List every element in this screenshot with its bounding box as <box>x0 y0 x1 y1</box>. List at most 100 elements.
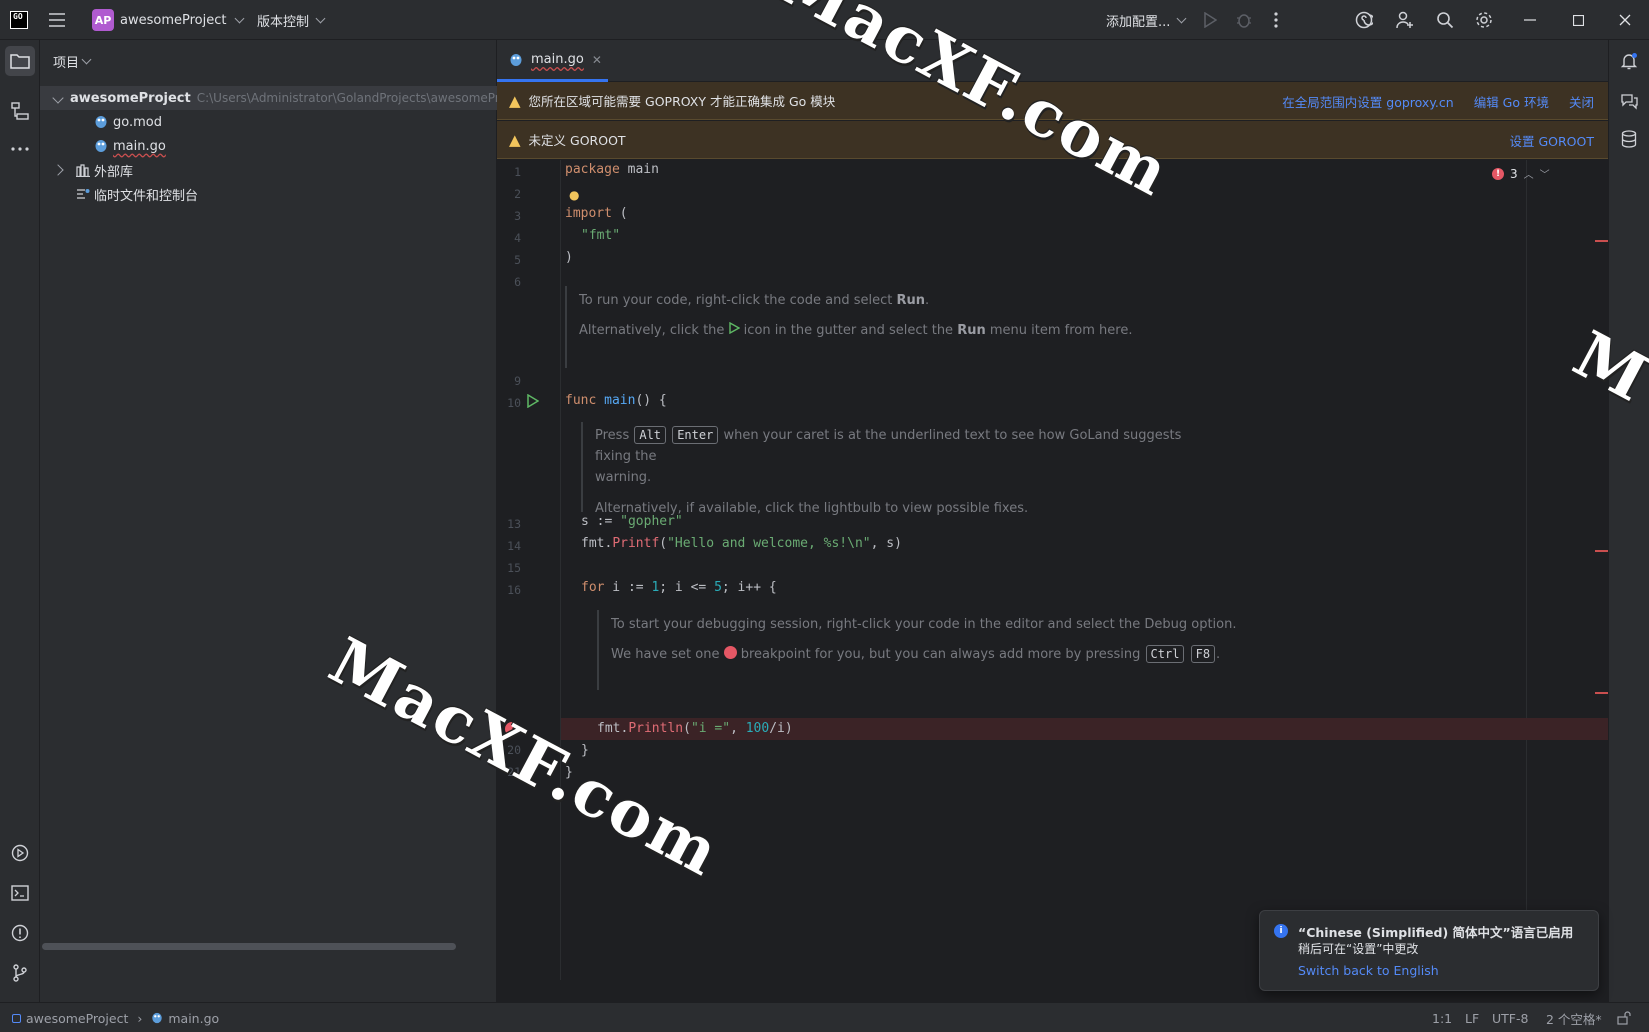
info-icon: i <box>1274 924 1288 938</box>
line-number: 6 <box>514 275 521 289</box>
tree-item-project-root[interactable]: awesomeProject C:\Users\Administrator\Go… <box>40 86 497 110</box>
dismiss-banner-link[interactable]: 关闭 <box>1569 92 1594 111</box>
bell-icon <box>1620 53 1638 70</box>
project-tool-button[interactable] <box>5 46 35 76</box>
problems-tool-button[interactable] <box>5 918 35 948</box>
project-badge: AP <box>92 9 114 31</box>
line-number: 16 <box>507 583 521 597</box>
goroot-warning-banner: ▲ 未定义 GOROOT 设置 GOROOT <box>497 121 1608 159</box>
terminal-tool-button[interactable] <box>5 878 35 908</box>
warning-icon: ▲ <box>509 91 521 110</box>
problem-count: 3 <box>1510 166 1518 181</box>
editor-area: main.go ✕ ▲ 您所在区域可能需要 GOPROXY 才能正确集成 Go … <box>497 40 1608 1002</box>
services-tool-button[interactable] <box>5 838 35 868</box>
close-tab-icon[interactable]: ✕ <box>592 53 602 67</box>
search-button[interactable] <box>1433 0 1457 40</box>
project-view-selector[interactable]: 项目 <box>53 50 92 72</box>
tab-main-go[interactable]: main.go ✕ <box>497 40 608 82</box>
ai-chat-button[interactable] <box>1614 86 1644 116</box>
code-line-10: func main() { <box>565 393 667 408</box>
doc-fix-line-1: Press Alt Enter when your caret is at th… <box>595 426 1182 464</box>
project-name: awesomeProject <box>120 12 227 28</box>
tree-item-go-mod[interactable]: go.mod <box>40 110 497 134</box>
add-config-label: 添加配置... <box>1106 14 1171 30</box>
project-panel: 项目 awesomeProject C:\Users\Administrator… <box>40 40 497 1002</box>
tree-item-main-go[interactable]: main.go <box>40 134 497 158</box>
structure-tool-button[interactable] <box>5 96 35 126</box>
code-line-14: fmt.Printf("Hello and welcome, %s!\n", s… <box>581 536 902 551</box>
line-number: 15 <box>507 561 521 575</box>
switch-to-english-link[interactable]: Switch back to English <box>1298 963 1439 978</box>
more-tools-button[interactable] <box>5 134 35 164</box>
minimize-button[interactable] <box>1510 0 1550 40</box>
file-encoding[interactable]: UTF-8 <box>1492 1003 1528 1032</box>
expand-arrow-icon[interactable] <box>52 91 64 104</box>
ai-assistant-button[interactable] <box>1352 0 1376 40</box>
lock-toggle[interactable] <box>1617 1003 1631 1032</box>
more-actions-button[interactable] <box>1264 0 1288 40</box>
more-horizontal-icon <box>11 147 29 151</box>
set-goroot-link[interactable]: 设置 GOROOT <box>1510 131 1595 150</box>
error-stripe-mark[interactable] <box>1595 692 1608 694</box>
f8-key-hint: F8 <box>1190 645 1216 663</box>
line-number: 5 <box>514 253 521 267</box>
tree-item-external-libraries[interactable]: 外部库 <box>40 158 497 182</box>
code-line-1: package main <box>565 162 659 177</box>
database-button[interactable] <box>1614 124 1644 154</box>
notifications-button[interactable] <box>1614 46 1644 76</box>
caret-position[interactable]: 1:1 <box>1432 1003 1452 1032</box>
breadcrumb-project[interactable]: awesomeProject <box>26 1011 128 1026</box>
set-goproxy-link[interactable]: 在全局范围内设置 goproxy.cn <box>1282 92 1453 111</box>
ai-chat-icon <box>1621 94 1638 110</box>
main-menu-button[interactable] <box>48 0 70 40</box>
banner-text: 未定义 GOROOT <box>528 133 626 148</box>
right-margin-guide <box>1526 160 1527 980</box>
code-line-13: s := "gopher" <box>581 514 683 529</box>
breadcrumb-file[interactable]: main.go <box>168 1011 219 1026</box>
settings-button[interactable] <box>1472 0 1496 40</box>
debug-button[interactable] <box>1232 0 1256 40</box>
code-editor[interactable]: 1 2 3 4 5 6 9 10 13 14 15 16 20 21 ● pac… <box>497 160 1608 982</box>
run-button[interactable] <box>1198 0 1222 40</box>
edit-go-env-link[interactable]: 编辑 Go 环境 <box>1474 92 1549 111</box>
play-icon <box>728 321 740 335</box>
maximize-button[interactable] <box>1558 0 1598 40</box>
code-with-me-button[interactable] <box>1393 0 1417 40</box>
run-gutter-button[interactable] <box>527 393 540 412</box>
run-services-icon <box>11 844 29 862</box>
doc-comment-debug: To start your debugging session, right-c… <box>597 610 1237 690</box>
previous-problem-icon[interactable]: ︿ <box>1524 166 1534 181</box>
horizontal-scrollbar[interactable] <box>42 943 456 950</box>
chevron-down-icon <box>235 13 245 23</box>
line-number: 4 <box>514 231 521 245</box>
indent-setting[interactable]: 2 个空格* <box>1546 1003 1602 1032</box>
expand-arrow-icon[interactable] <box>52 163 64 176</box>
goproxy-warning-banner: ▲ 您所在区域可能需要 GOPROXY 才能正确集成 Go 模块 在全局范围内设… <box>497 82 1608 120</box>
error-stripe-mark[interactable] <box>1595 550 1608 552</box>
close-window-button[interactable] <box>1605 0 1645 40</box>
minimize-icon <box>1524 19 1536 21</box>
line-separator[interactable]: LF <box>1465 1003 1479 1032</box>
gopher-file-icon <box>95 140 107 152</box>
search-icon <box>1437 12 1454 29</box>
chevron-right-icon: › <box>137 1010 143 1026</box>
error-stripe-mark[interactable] <box>1595 240 1608 242</box>
lightbulb-icon[interactable]: ● <box>569 188 579 202</box>
next-problem-icon[interactable]: ﹀ <box>1540 166 1550 181</box>
vcs-menu[interactable]: 版本控制 <box>257 0 326 40</box>
inspection-widget[interactable]: ! 3 ︿ ﹀ <box>1492 166 1550 181</box>
notification-title: “Chinese (Simplified) 简体中文”语言已启用 <box>1298 925 1574 940</box>
gear-icon <box>1476 12 1492 28</box>
tree-item-scratches[interactable]: 临时文件和控制台 <box>40 182 497 206</box>
project-switcher[interactable]: AP awesomeProject <box>92 0 245 40</box>
app-logo-text: GO <box>10 11 28 29</box>
doc-comment-run: To run your code, right-click the code a… <box>565 286 1265 368</box>
doc-run-line-1: To run your code, right-click the code a… <box>579 293 930 308</box>
structure-icon <box>11 102 29 120</box>
play-icon <box>1204 12 1217 28</box>
breakpoint-icon[interactable] <box>505 722 519 736</box>
git-tool-button[interactable] <box>5 958 35 988</box>
run-config-dropdown[interactable]: 添加配置... <box>1106 0 1187 40</box>
code-line-16: for i := 1; i <= 5; i++ { <box>581 580 777 595</box>
doc-fix-line-1b: warning. <box>595 470 652 485</box>
